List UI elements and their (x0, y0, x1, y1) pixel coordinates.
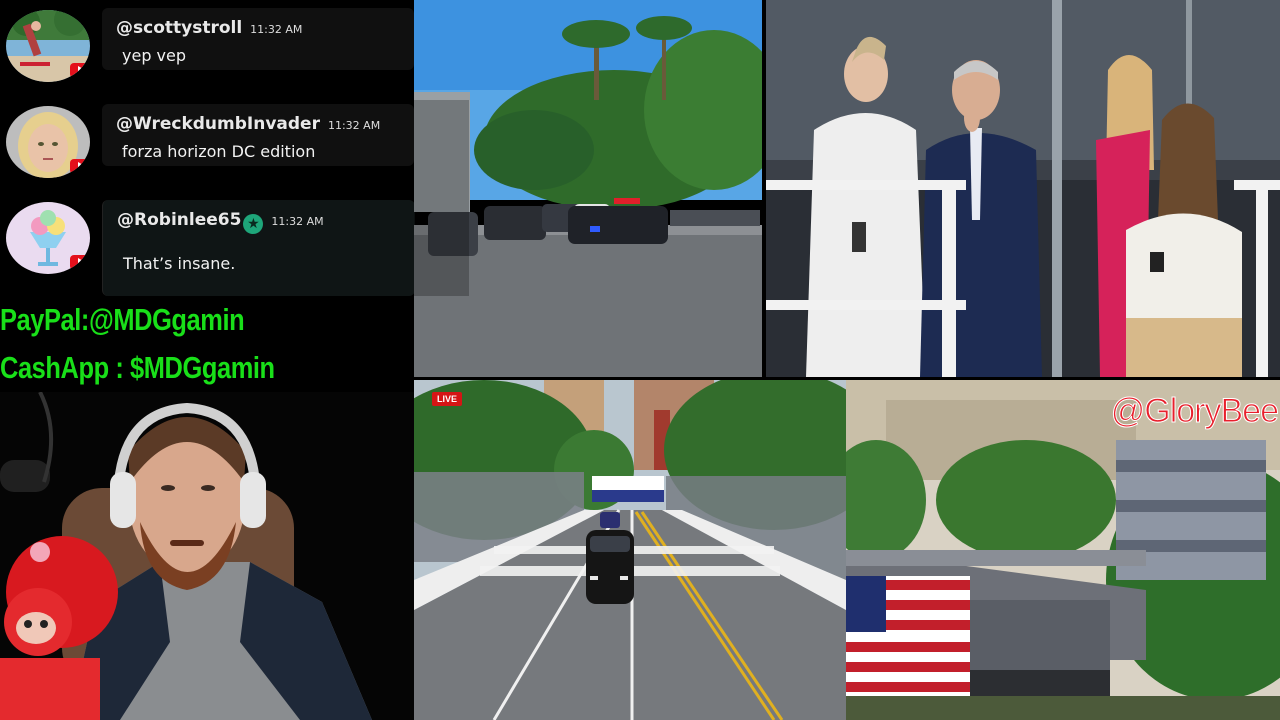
username-text[interactable]: @Robinlee65 (117, 210, 241, 230)
skater-avatar[interactable] (6, 10, 90, 82)
street-police-image (414, 0, 762, 377)
grandstand-image (846, 380, 1280, 720)
chat-bubble: @scottystroll 11:32 AM yep vep (102, 8, 414, 70)
chat-username[interactable]: @Robinlee65 ★ 11:32 AM (117, 210, 324, 234)
chat-message-text: yep vep (122, 46, 187, 65)
chat-message-text: forza horizon DC edition (122, 142, 316, 161)
spectator-box-feed (766, 0, 1280, 377)
ice-cream-avatar[interactable] (6, 202, 90, 274)
chat-message-text: That’s insane. (123, 254, 236, 273)
chat-timestamp: 11:32 AM (327, 119, 381, 132)
username-text[interactable]: @scottystroll (116, 18, 242, 38)
chat-timestamp: 11:32 AM (271, 215, 324, 228)
youtube-icon (70, 255, 90, 270)
youtube-icon (70, 63, 90, 78)
streamer-webcam-image (0, 392, 414, 720)
blonde-woman-avatar[interactable] (6, 106, 90, 178)
chat-timestamp: 11:32 AM (250, 23, 303, 36)
chat-bubble: @WreckdumbInvader 11:32 AM forza horizon … (102, 104, 414, 166)
spectator-box-image (766, 0, 1280, 377)
member-star-icon: ★ (243, 214, 264, 234)
chat-username[interactable]: @scottystroll 11:32 AM (116, 18, 302, 38)
street-police-feed (414, 0, 762, 377)
motorcade-feed: LIVE (414, 380, 846, 720)
motorcade-image (414, 380, 846, 720)
cashapp-text: CashApp : $MDGgamin (0, 350, 275, 385)
grandstand-feed: @GloryBee (846, 380, 1280, 720)
chat-message: @WreckdumbInvader 11:32 AM forza horizon … (0, 104, 414, 186)
webcam-feed (0, 392, 414, 720)
username-text[interactable]: @WreckdumbInvader (116, 114, 320, 134)
chat-message: @Robinlee65 ★ 11:32 AM That’s insane. (0, 200, 415, 296)
live-badge: LIVE (432, 392, 463, 406)
youtube-icon (70, 159, 90, 174)
watermark-text: @GloryBee (1110, 392, 1279, 431)
chat-bubble: @Robinlee65 ★ 11:32 AM That’s insane. (102, 200, 415, 296)
paypal-text: PayPal:@MDGgamin (0, 302, 245, 337)
chat-username[interactable]: @WreckdumbInvader 11:32 AM (116, 114, 380, 134)
chat-message: @scottystroll 11:32 AM yep vep (0, 8, 414, 90)
